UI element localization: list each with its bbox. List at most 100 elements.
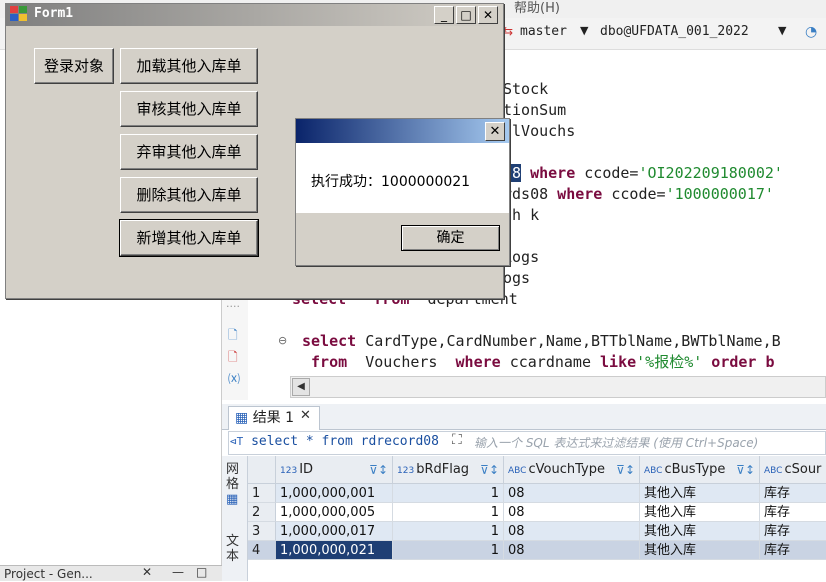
table-cell[interactable]: 08 xyxy=(504,484,640,503)
table-cell[interactable]: 08 xyxy=(504,522,640,541)
document-error-icon[interactable]: 🗋 xyxy=(228,348,242,364)
grid-corner[interactable] xyxy=(248,456,276,484)
code-token: order b xyxy=(702,353,775,371)
grid-icon: ▦ xyxy=(235,410,253,426)
filter-icon[interactable]: ⊽↕ xyxy=(369,456,388,483)
side-tab-grid-label: 网格 xyxy=(226,462,240,492)
table-cell[interactable]: 1,000,000,005 xyxy=(276,503,393,522)
database-selector[interactable]: master xyxy=(520,24,567,39)
menu-help[interactable]: 帮助(H) xyxy=(514,0,560,18)
unaudit-button[interactable]: 弃审其他入库单 xyxy=(120,134,258,170)
variables-icon[interactable]: ⒳ xyxy=(228,370,242,386)
table-cell[interactable]: 1 xyxy=(393,541,504,560)
message-dialog-titlebar[interactable] xyxy=(296,119,509,143)
close-button[interactable]: ✕ xyxy=(478,6,498,24)
filter-sql: ⊲T select * from rdrecord08 xyxy=(230,434,439,449)
table-cell[interactable]: 其他入库 xyxy=(640,541,760,560)
row-number[interactable]: 1 xyxy=(248,484,276,503)
form1-title: Form1 xyxy=(34,6,74,21)
close-icon[interactable]: ✕ xyxy=(142,565,152,579)
type-icon: ABC xyxy=(508,466,527,476)
ok-button[interactable]: 确定 xyxy=(401,225,500,251)
column-header[interactable]: ABC cSour xyxy=(760,456,826,484)
table-cell[interactable]: 库存 xyxy=(760,503,826,522)
column-header-label: cSour xyxy=(784,462,822,477)
filter-icon[interactable]: ⊽↕ xyxy=(616,456,635,483)
code-line: tionSum xyxy=(503,100,566,121)
filter-icon[interactable]: ⊽↕ xyxy=(736,456,755,483)
table-cell[interactable]: 08 xyxy=(504,541,640,560)
sql-icon: ⊲T xyxy=(230,435,244,448)
column-header[interactable]: 123 bRdFlag ⊽↕ xyxy=(393,456,504,484)
code-line: from Vouchers where ccardname like'%报检%'… xyxy=(302,352,775,373)
table-cell[interactable]: 库存 xyxy=(760,522,826,541)
row-number[interactable]: 4 xyxy=(248,541,276,560)
chevron-down-icon[interactable]: ▼ xyxy=(580,24,588,37)
code-line: alVouchs xyxy=(503,121,575,142)
column-header[interactable]: 123 ID ⊽↕ xyxy=(276,456,393,484)
column-header-label: cVouchType xyxy=(528,462,605,477)
horizontal-scrollbar[interactable] xyxy=(290,376,826,398)
table-cell[interactable]: 1 xyxy=(393,503,504,522)
grid-icon: ▦ xyxy=(226,492,239,507)
row-number[interactable]: 2 xyxy=(248,503,276,522)
code-line: 08 where ccode='OI202209180002' xyxy=(503,163,783,184)
code-token: where xyxy=(455,353,501,371)
audit-button[interactable]: 审核其他入库单 xyxy=(120,91,258,127)
form1-titlebar[interactable] xyxy=(6,4,503,26)
expand-icon[interactable]: ⛶ xyxy=(452,432,462,448)
maximize-button[interactable]: □ xyxy=(456,6,476,24)
table-cell[interactable]: 08 xyxy=(504,503,640,522)
table-cell[interactable]: 库存 xyxy=(760,541,826,560)
code-token: CardType,CardNumber,Name,BTTblName,BWTbl… xyxy=(356,332,781,350)
scroll-left-icon[interactable]: ◀ xyxy=(292,378,310,396)
chevron-down-icon[interactable]: ▼ xyxy=(778,24,786,37)
filter-input[interactable]: 输入一个 SQL 表达式来过滤结果 (使用 Ctrl+Space) xyxy=(474,434,758,451)
row-number[interactable]: 3 xyxy=(248,522,276,541)
load-button[interactable]: 加载其他入库单 xyxy=(120,48,258,84)
column-header[interactable]: ABC cVouchType ⊽↕ xyxy=(504,456,640,484)
table-cell[interactable]: 1,000,000,001 xyxy=(276,484,393,503)
table-cell[interactable]: 库存 xyxy=(760,484,826,503)
column-header-label: cBusType xyxy=(664,462,726,477)
document-icon[interactable]: 🗋 xyxy=(228,326,242,342)
code-line: rds08 where ccode='1000000017' xyxy=(503,184,774,205)
connection-selector[interactable]: dbo@UFDATA_001_2022 xyxy=(600,24,749,39)
minimize-icon[interactable]: — xyxy=(172,565,184,579)
message-text: 执行成功：1000000021 xyxy=(311,174,471,190)
side-tab-grid[interactable]: 网格 ▦ xyxy=(226,462,242,507)
code-token: '1000000017' xyxy=(665,185,774,203)
table-cell[interactable]: 其他入库 xyxy=(640,522,760,541)
side-tab-text[interactable]: 文本 xyxy=(226,534,242,564)
close-button[interactable]: ✕ xyxy=(485,122,505,141)
minimize-button[interactable]: _ xyxy=(434,6,454,24)
table-cell[interactable]: 1 xyxy=(393,484,504,503)
side-tab-text-label: 文本 xyxy=(226,534,240,564)
table-cell[interactable]: 其他入库 xyxy=(640,503,760,522)
fold-icon[interactable]: ⊖ xyxy=(278,334,287,347)
table-cell[interactable]: 1 xyxy=(393,522,504,541)
table-cell[interactable]: 1,000,000,017 xyxy=(276,522,393,541)
speed-gauge-icon[interactable]: ◔ xyxy=(805,24,823,42)
column-header-label: ID xyxy=(299,462,314,477)
close-icon[interactable]: ✕ xyxy=(300,408,311,423)
type-icon: ABC xyxy=(644,466,663,476)
table-cell[interactable]: 其他入库 xyxy=(640,484,760,503)
login-button[interactable]: 登录对象 xyxy=(34,48,114,84)
add-button[interactable]: 新增其他入库单 xyxy=(119,219,259,257)
code-token: Stock xyxy=(503,80,549,98)
gutter-dots: ···· xyxy=(226,300,240,313)
table-cell[interactable]: 1,000,000,021 xyxy=(276,541,393,560)
database-icon: ⇆ xyxy=(503,24,514,38)
filter-sql-text: select * from rdrecord08 xyxy=(251,434,439,449)
code-token: Vouchers xyxy=(347,353,456,371)
code-token: alVouchs xyxy=(503,122,576,140)
code-line: ogs xyxy=(503,268,530,289)
filter-icon[interactable]: ⊽↕ xyxy=(480,456,499,483)
code-token: ccardname xyxy=(500,353,601,371)
column-header[interactable]: ABC cBusType ⊽↕ xyxy=(640,456,760,484)
delete-button[interactable]: 删除其他入库单 xyxy=(120,177,258,213)
project-tab[interactable]: Project - Gen... xyxy=(0,565,222,581)
maximize-icon[interactable]: □ xyxy=(196,565,207,579)
code-token: like xyxy=(600,353,637,371)
